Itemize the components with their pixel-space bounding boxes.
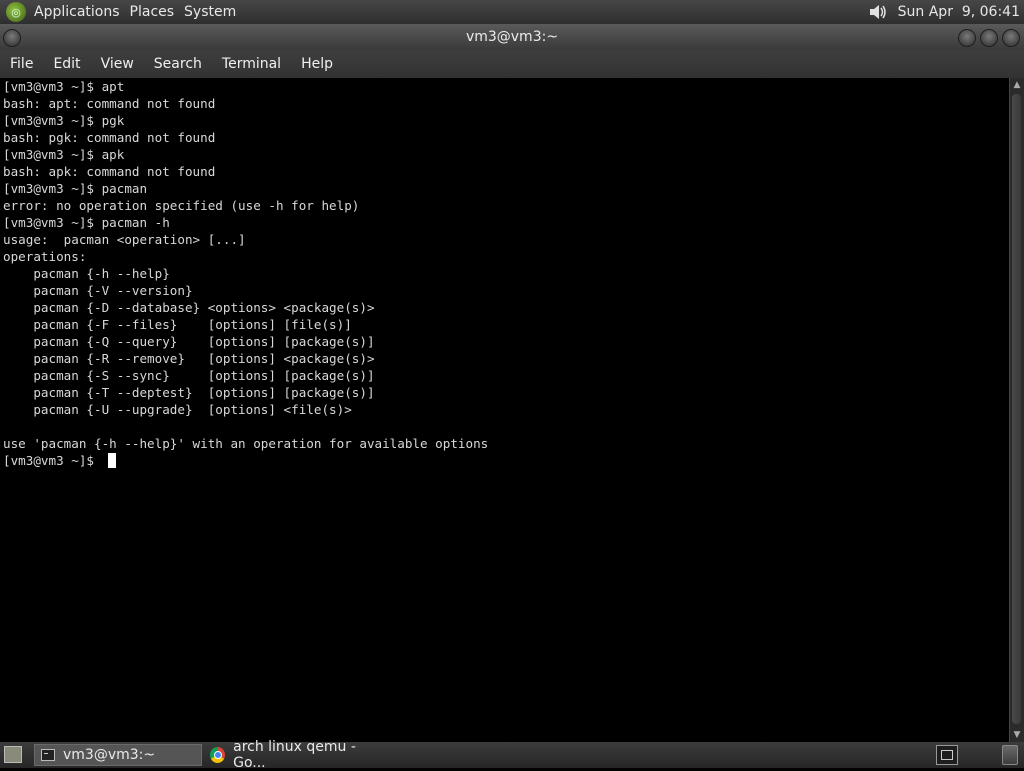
window-title: vm3@vm3:~ xyxy=(465,29,559,45)
menu-system[interactable]: System xyxy=(182,4,244,20)
terminal-line: pacman {-S --sync} [options] [package(s)… xyxy=(3,368,375,383)
terminal-line: [vm3@vm3 ~]$ pacman xyxy=(3,181,148,196)
terminal-prompt-line[interactable]: [vm3@vm3 ~]$ xyxy=(3,452,1009,469)
vertical-scrollbar[interactable]: ▲ ▼ xyxy=(1009,78,1024,742)
menu-search[interactable]: Search xyxy=(144,56,212,72)
terminal-output: [vm3@vm3 ~]$ apt bash: apt: command not f… xyxy=(0,78,1009,469)
terminal-prompt: [vm3@vm3 ~]$ xyxy=(3,453,102,468)
terminal-line: bash: apk: command not found xyxy=(3,164,216,179)
menu-terminal[interactable]: Terminal xyxy=(212,56,291,72)
terminal-line: pacman {-R --remove} [options] <package(… xyxy=(3,351,375,366)
terminal-line: [vm3@vm3 ~]$ pgk xyxy=(3,113,125,128)
terminal-line: operations: xyxy=(3,249,87,264)
terminal-line: pacman {-D --database} <options> <packag… xyxy=(3,300,375,315)
menubar: File Edit View Search Terminal Help xyxy=(0,50,1024,78)
terminal-line: [vm3@vm3 ~]$ pacman -h xyxy=(3,215,170,230)
taskbar-item-terminal[interactable]: vm3@vm3:~ xyxy=(34,744,202,766)
terminal-line: usage: pacman <operation> [...] xyxy=(3,232,246,247)
terminal-line: [vm3@vm3 ~]$ apt xyxy=(3,79,125,94)
terminal-area[interactable]: [vm3@vm3 ~]$ apt bash: apt: command not f… xyxy=(0,78,1009,742)
window-titlebar[interactable]: vm3@vm3:~ xyxy=(0,24,1024,50)
terminal-line: bash: apt: command not found xyxy=(3,96,216,111)
terminal-line: use 'pacman {-h --help}' with an operati… xyxy=(3,436,489,451)
text-cursor xyxy=(107,453,116,468)
speaker-icon[interactable] xyxy=(868,3,888,21)
terminal-line: pacman {-V --version} xyxy=(3,283,193,298)
window-menu-button[interactable] xyxy=(3,29,21,47)
terminal-line: pacman {-h --help} xyxy=(3,266,170,281)
terminal-line: pacman {-T --deptest} [options] [package… xyxy=(3,385,375,400)
maximize-button[interactable] xyxy=(980,29,998,47)
terminal-line: error: no operation specified (use -h fo… xyxy=(3,198,360,213)
terminal-line: pacman {-Q --query} [options] [package(s… xyxy=(3,334,375,349)
minimize-button[interactable] xyxy=(958,29,976,47)
terminal-line: bash: pgk: command not found xyxy=(3,130,216,145)
menu-help[interactable]: Help xyxy=(291,56,343,72)
terminal-icon xyxy=(41,749,55,761)
menu-places[interactable]: Places xyxy=(128,4,183,20)
bottom-panel: vm3@vm3:~ arch linux qemu - Go... xyxy=(0,739,1024,771)
taskbar-item-label: arch linux qemu - Go... xyxy=(233,739,356,771)
clock[interactable]: Sun Apr 9, 06:41 xyxy=(898,4,1020,20)
menu-edit[interactable]: Edit xyxy=(43,56,90,72)
taskbar-item-browser[interactable]: arch linux qemu - Go... xyxy=(204,739,384,771)
menu-applications[interactable]: Applications xyxy=(32,4,128,20)
workspace-switcher-icon[interactable] xyxy=(936,745,958,765)
scroll-up-icon[interactable]: ▲ xyxy=(1010,78,1024,92)
taskbar-item-label: vm3@vm3:~ xyxy=(63,747,156,763)
terminal-line: pacman {-U --upgrade} [options] <file(s)… xyxy=(3,402,352,417)
distro-logo-icon[interactable]: ◎ xyxy=(6,2,26,22)
menu-file[interactable]: File xyxy=(0,56,43,72)
scroll-down-icon[interactable]: ▼ xyxy=(1010,728,1024,742)
trash-icon[interactable] xyxy=(1002,745,1018,765)
show-desktop-icon[interactable] xyxy=(4,746,22,763)
close-button[interactable] xyxy=(1002,29,1020,47)
terminal-line: [vm3@vm3 ~]$ apk xyxy=(3,147,125,162)
scrollbar-thumb[interactable] xyxy=(1012,94,1021,724)
top-panel: ◎ Applications Places System Sun Apr 9, … xyxy=(0,0,1024,24)
menu-view[interactable]: View xyxy=(91,56,144,72)
chrome-icon xyxy=(210,747,226,763)
terminal-line: pacman {-F --files} [options] [file(s)] xyxy=(3,317,352,332)
